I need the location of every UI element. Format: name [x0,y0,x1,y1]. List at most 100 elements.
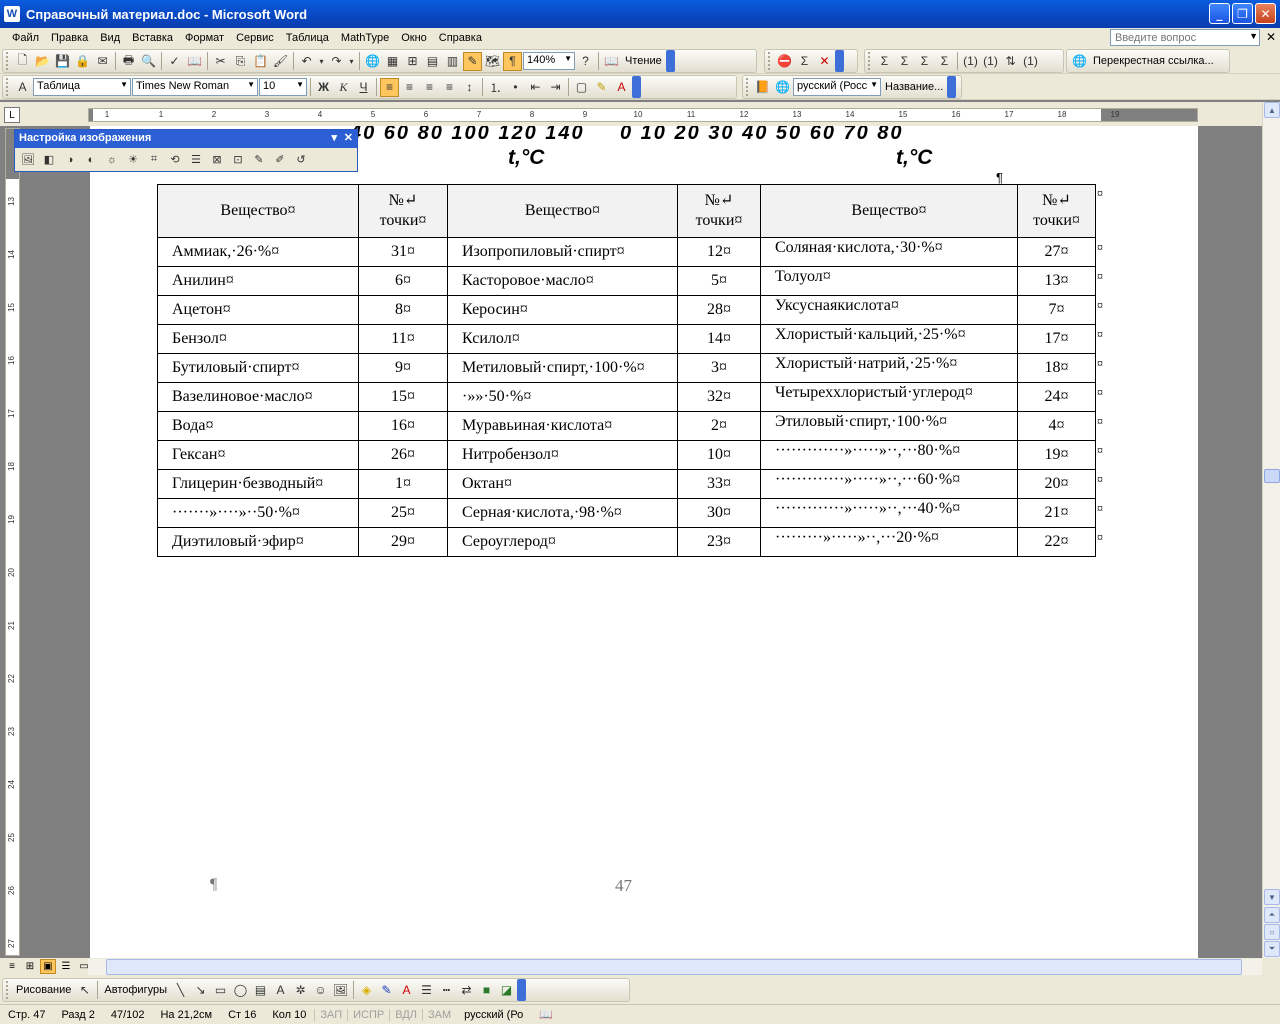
table-cell[interactable]: Ацетон¤ [157,295,359,325]
open-folder-icon[interactable]: 📂 [33,52,52,71]
table-cell[interactable]: Сероуглерод¤ [447,527,678,557]
picture-icon[interactable]: 🖼 [331,981,350,1000]
table-cell[interactable]: 14¤ [677,324,761,354]
textbox-icon[interactable]: ▤ [251,981,270,1000]
style-select[interactable]: Таблица ▼ [33,78,131,96]
document-area[interactable]: 40 60 80 100 120 140 0 10 20 30 40 50 60… [22,126,1262,958]
autoshapes-button[interactable]: Автофигуры [101,984,170,996]
mathtype-icon[interactable]: Σ [795,52,814,71]
table-cell[interactable]: Соляная·кислота,·30·%¤ [760,237,1018,267]
table-cell[interactable]: 11¤ [358,324,448,354]
table-cell[interactable]: Гексан¤ [157,440,359,470]
menu-file[interactable]: Файл [6,32,45,44]
less-contrast-icon[interactable]: ◐ [82,151,100,168]
print-layout-icon[interactable]: ▣ [40,959,56,974]
sum-icon[interactable]: Σ [875,52,894,71]
table-cell[interactable]: Вода¤ [157,411,359,441]
word-app-icon[interactable]: W [4,6,20,22]
status-extend-selection[interactable]: ВДЛ [389,1008,422,1021]
fill-color-icon[interactable]: ◈ [357,981,376,1000]
chevron-down-icon[interactable]: ▼ [1249,31,1258,41]
copy-icon[interactable]: ⎘ [231,52,250,71]
language-icon[interactable]: 🌐 [773,78,792,97]
table-cell[interactable]: Хлористый·натрий,·25·%¤ [760,353,1018,383]
increase-indent-icon[interactable]: ⇥ [546,78,565,97]
header-substance[interactable]: Вещество¤ [760,184,1018,238]
header-substance[interactable]: Вещество¤ [157,184,359,238]
insert-table-icon[interactable]: ⊞ [403,52,422,71]
show-hide-pilcrow-icon[interactable]: ¶ [503,51,522,71]
status-track-changes[interactable]: ИСПР [347,1008,389,1021]
table-cell[interactable]: 5¤ [677,266,761,296]
horizontal-ruler[interactable]: 1 1 2 3 4 5 6 7 8 9 10 11 12 13 14 15 16… [88,108,1198,122]
align-right-icon[interactable]: ≡ [420,78,439,97]
table-cell[interactable]: 26¤ [358,440,448,470]
status-language[interactable]: русский (Ро [456,1009,531,1021]
table-cell[interactable]: Ксилол¤ [447,324,678,354]
decrease-indent-icon[interactable]: ⇤ [526,78,545,97]
table-cell[interactable]: 19¤ [1017,440,1096,470]
arrow-icon[interactable]: ↘ [191,981,210,1000]
table-cell[interactable]: Диэтиловый·эфир¤ [157,527,359,557]
insert-picture-icon[interactable]: 🖼 [19,151,37,168]
table-cell[interactable]: 27¤ [1017,237,1096,267]
stop-icon[interactable]: ⛔ [775,52,794,71]
drawing-menu-button[interactable]: Рисование [13,984,74,996]
toolbar-options-icon[interactable]: ▾ [331,131,337,144]
3d-icon[interactable]: ◪ [497,981,516,1000]
toolbar-grip[interactable] [6,52,12,70]
spelling-icon[interactable]: ✓ [165,52,184,71]
sum-right-icon[interactable]: Σ [935,52,954,71]
document-page[interactable]: 40 60 80 100 120 140 0 10 20 30 40 50 60… [90,126,1198,958]
table-cell[interactable]: 16¤ [358,411,448,441]
maximize-button[interactable]: ❐ [1232,3,1253,24]
research-book-icon[interactable]: 📙 [753,78,772,97]
table-cell[interactable]: ·············»·····»··,···60·%¤ [760,469,1018,499]
format-picture-icon[interactable]: ✎ [250,151,268,168]
table-cell[interactable]: 13¤ [1017,266,1096,296]
vertical-scrollbar[interactable]: ▲ ▼ ⏶ ○ ⏷ [1262,102,1280,958]
menu-help[interactable]: Справка [433,32,488,44]
table-cell[interactable]: Керосин¤ [447,295,678,325]
oval-icon[interactable]: ◯ [231,981,250,1000]
clipart-icon[interactable]: ☺ [311,981,330,1000]
picture-toolbar-title-bar[interactable]: Настройка изображения ▾ ✕ [15,130,357,148]
toolbar-options-icon[interactable] [665,50,675,72]
redo-icon[interactable]: ↷ [327,52,346,71]
table-cell[interactable]: 33¤ [677,469,761,499]
table-cell[interactable]: 32¤ [677,382,761,412]
table-cell[interactable]: 23¤ [677,527,761,557]
table-cell[interactable]: Нитробензол¤ [447,440,678,470]
drawing-icon[interactable]: ✎ [463,51,482,71]
table-cell[interactable]: 31¤ [358,237,448,267]
table-cell[interactable]: 18¤ [1017,353,1096,383]
italic-button[interactable]: К [334,78,353,97]
cross-reference-button[interactable]: Перекрестная ссылка... [1090,55,1217,67]
align-center-icon[interactable]: ≡ [400,78,419,97]
menu-view[interactable]: Вид [94,32,126,44]
scroll-down-icon[interactable]: ▼ [1264,889,1280,905]
format-painter-icon[interactable]: 🖌 [271,52,290,71]
select-objects-icon[interactable]: ↖ [75,981,94,1000]
undo-icon[interactable]: ↶ [297,52,316,71]
equation-ref-icon[interactable]: (1) [981,52,1000,71]
close-document-icon[interactable]: ✕ [1266,30,1276,44]
font-color-icon[interactable]: A [397,981,416,1000]
table-cell[interactable]: 7¤ [1017,295,1096,325]
insert-excel-icon[interactable]: ▤ [423,52,442,71]
table-cell[interactable]: ·············»·····»··,···80·%¤ [760,440,1018,470]
table-cell[interactable]: ·············»·····»··,···40·%¤ [760,498,1018,528]
table-cell[interactable]: ·»»·50·%¤ [447,382,678,412]
menu-mathtype[interactable]: MathType [335,32,395,44]
reading-mode-icon[interactable]: 📖 [602,52,621,71]
table-cell[interactable]: 22¤ [1017,527,1096,557]
table-cell[interactable]: 8¤ [358,295,448,325]
line-style-icon[interactable]: ☰ [417,981,436,1000]
diagram-icon[interactable]: ✲ [291,981,310,1000]
minimize-button[interactable]: _ [1209,3,1230,24]
table-cell[interactable]: 15¤ [358,382,448,412]
table-cell[interactable]: 17¤ [1017,324,1096,354]
bullets-icon[interactable]: • [506,78,525,97]
substances-table[interactable]: Вещество¤ №↵ точки¤ Вещество¤ №↵ точки¤ Ве… [157,184,1096,557]
table-cell[interactable]: 30¤ [677,498,761,528]
